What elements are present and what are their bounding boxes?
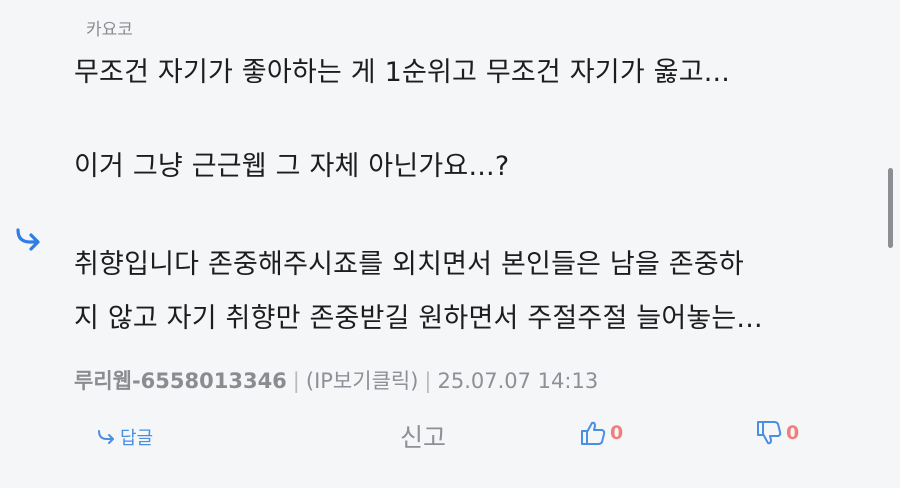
separator: | [292, 369, 300, 393]
thumbs-down-icon [757, 421, 782, 445]
ip-link[interactable]: (IP보기클릭) [306, 369, 419, 393]
previous-comment-author: 카요코 [86, 20, 133, 40]
comment-meta: 루리웹-6558013346 | (IP보기클릭) | 25.07.07 14:13 [74, 366, 598, 396]
like-count: 0 [610, 422, 624, 444]
scrollbar[interactable] [888, 168, 893, 248]
comment-line: 취향입니다 존중해주시죠를 외치면서 본인들은 남을 존중하 [74, 249, 744, 280]
like-button[interactable]: 0 [580, 420, 623, 446]
dislike-count: 0 [786, 422, 800, 444]
comment-line: 지 않고 자기 취향만 존중받길 원하면서 주절주절 늘어놓는... [74, 303, 763, 334]
separator: | [424, 369, 432, 393]
comment-actions: 답글 신고 0 0 [0, 418, 900, 454]
reply-indicator-icon [14, 226, 44, 252]
reply-arrow-icon [98, 430, 114, 444]
reply-button-label: 답글 [120, 428, 154, 449]
author-name[interactable]: 루리웹-6558013346 [74, 369, 287, 393]
comment-line: 이거 그냥 근근웹 그 자체 아닌가요...? [74, 151, 510, 182]
thumbs-up-icon [581, 421, 606, 445]
timestamp: 25.07.07 14:13 [437, 369, 599, 393]
dislike-button[interactable]: 0 [756, 420, 799, 446]
comment-body: 무조건 자기가 좋아하는 게 1순위고 무조건 자기가 옳고... 이거 그냥 … [74, 52, 874, 340]
reply-button[interactable]: 답글 [96, 424, 153, 450]
comment-screen: 카요코 무조건 자기가 좋아하는 게 1순위고 무조건 자기가 옳고... 이거… [0, 0, 900, 488]
report-button[interactable]: 신고 [400, 418, 446, 454]
comment-line: 무조건 자기가 좋아하는 게 1순위고 무조건 자기가 옳고... [74, 57, 731, 88]
